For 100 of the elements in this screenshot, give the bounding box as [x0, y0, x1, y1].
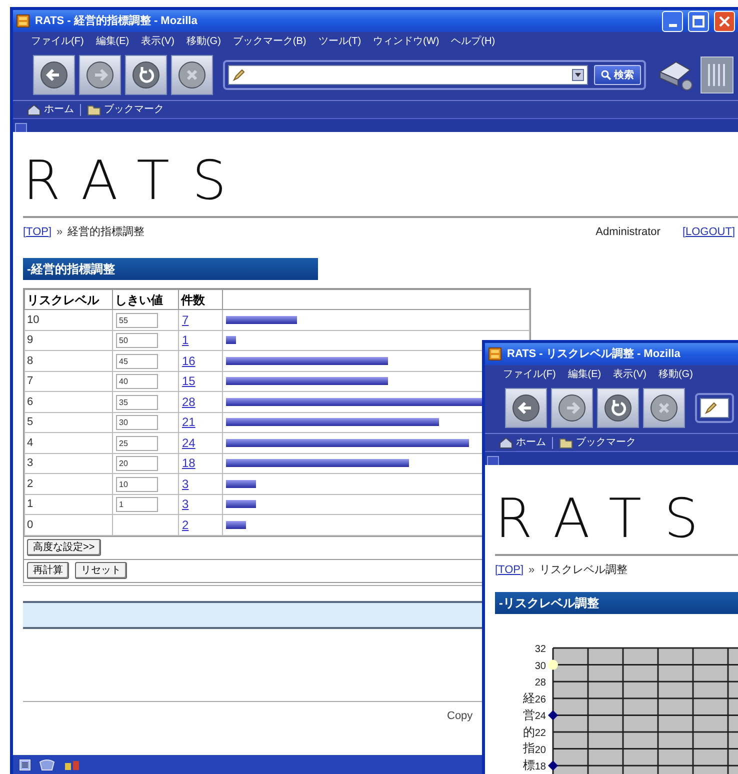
table-cell: 3 — [24, 453, 112, 474]
menu-item[interactable]: ファイル(F) — [503, 366, 556, 382]
breadcrumb-link[interactable]: [TOP] — [495, 562, 524, 578]
address-field[interactable] — [228, 65, 588, 85]
count-link[interactable]: 7 — [182, 312, 189, 326]
stop-button[interactable] — [643, 388, 685, 428]
tick-label: 20 — [534, 744, 546, 756]
menu-item[interactable]: 編集(E) — [568, 366, 602, 382]
minimize-icon — [668, 24, 676, 26]
threshold-input[interactable]: 50 — [116, 333, 158, 348]
menu-item[interactable]: 移動(G) — [658, 366, 693, 382]
menu-item[interactable]: 移動(G) — [186, 34, 221, 48]
search-icon — [601, 70, 611, 80]
bookmark-link[interactable]: ホーム — [27, 102, 74, 117]
table-cell: 8 — [24, 350, 112, 371]
window-title: RATS - リスクレベル調整 - Mozilla — [507, 346, 680, 362]
tab-handle — [487, 456, 499, 465]
table-cell: 5 — [24, 412, 112, 432]
stop-icon — [649, 393, 679, 423]
breadcrumb-current: 経営的指標調整 — [68, 224, 145, 240]
back-button[interactable] — [33, 55, 75, 95]
threshold-input[interactable]: 40 — [116, 374, 158, 389]
site-logo: RATS — [23, 150, 250, 212]
tick-label: 26 — [534, 694, 546, 706]
stop-icon — [177, 60, 207, 90]
menu-item[interactable]: ファイル(F) — [31, 34, 84, 48]
reload-button[interactable] — [597, 388, 639, 428]
count-link[interactable]: 2 — [182, 518, 189, 532]
recalculate-button[interactable]: 再計算 — [27, 562, 69, 579]
bookmark-link[interactable]: ブックマーク — [87, 102, 164, 117]
threshold-input[interactable]: 55 — [116, 312, 158, 328]
pencil-icon — [232, 68, 246, 82]
table-cell: 6 — [24, 392, 112, 412]
logout-link[interactable]: [LOGOUT] — [682, 224, 735, 240]
breadcrumb-separator: » — [56, 224, 63, 240]
throbber-icon — [700, 56, 734, 94]
section-header: -経営的指標調整 — [23, 258, 318, 280]
maximize-button[interactable] — [688, 10, 709, 32]
maximize-icon — [692, 14, 705, 28]
menu-item[interactable]: ブックマーク(B) — [232, 34, 306, 48]
table-cell: 9 — [24, 330, 112, 350]
menu-item[interactable]: ツール(T) — [318, 34, 362, 48]
data-point — [548, 760, 558, 771]
column-header: しきい値 — [112, 290, 178, 310]
search-button[interactable]: 検索 — [594, 65, 641, 85]
count-link[interactable]: 3 — [182, 497, 189, 511]
threshold-input[interactable]: 30 — [116, 415, 158, 430]
section-header: -リスクレベル調整 — [495, 592, 738, 614]
menu-item[interactable]: 編集(E) — [96, 34, 130, 48]
table-cell: 7 — [24, 371, 112, 392]
column-header: リスクレベル — [24, 290, 112, 310]
threshold-input[interactable]: 45 — [116, 354, 158, 368]
address-field[interactable] — [700, 398, 729, 418]
forward-button[interactable] — [79, 55, 121, 95]
count-link[interactable]: 1 — [182, 333, 189, 347]
stop-button[interactable] — [171, 55, 213, 95]
threshold-input[interactable]: 35 — [116, 394, 158, 410]
table-cell: 0 — [24, 514, 112, 535]
threshold-input[interactable]: 20 — [116, 456, 158, 471]
breadcrumb-link[interactable]: [TOP] — [23, 224, 52, 240]
axis-label: 経営的指標 — [523, 690, 535, 774]
folder-icon — [559, 436, 573, 449]
forward-button[interactable] — [551, 388, 593, 428]
minimize-button[interactable] — [662, 10, 683, 32]
home-icon — [499, 436, 513, 449]
advanced-settings-button[interactable]: 高度な設定>> — [27, 539, 101, 556]
site-logo: RATS — [495, 488, 722, 550]
menu-item[interactable]: ヘルプ(H) — [451, 34, 496, 48]
back-button[interactable] — [505, 388, 547, 428]
bookmark-link[interactable]: ホーム — [499, 435, 546, 450]
tick-label: 22 — [534, 728, 546, 739]
pencil-icon — [704, 401, 718, 415]
menu-item[interactable]: ウィンドウ(W) — [373, 34, 440, 48]
reload-icon — [603, 393, 633, 423]
tick-label: 28 — [534, 678, 546, 689]
user-name: Administrator — [596, 224, 660, 240]
reset-button[interactable]: リセット — [75, 562, 127, 579]
reload-button[interactable] — [125, 55, 167, 95]
menu-item[interactable]: 表示(V) — [613, 366, 646, 382]
app-icon — [16, 14, 30, 28]
column-header: 件数 — [178, 290, 222, 310]
table-cell: 10 — [24, 310, 112, 330]
tick-label: 32 — [534, 644, 546, 655]
count-link[interactable]: 3 — [182, 476, 189, 490]
app-icon — [488, 347, 502, 361]
table-cell: 4 — [24, 432, 112, 453]
tick-label: 30 — [534, 660, 546, 672]
threshold-input[interactable]: 1 — [116, 497, 158, 512]
close-button[interactable] — [714, 10, 735, 32]
folder-icon — [87, 103, 101, 116]
menu-item[interactable]: 表示(V) — [141, 34, 174, 48]
threshold-input[interactable]: 10 — [116, 476, 158, 492]
threshold-input[interactable]: 25 — [116, 436, 158, 450]
tick-label: 24 — [534, 711, 546, 722]
table-cell: 1 — [24, 494, 112, 514]
bookmark-link[interactable]: ブックマーク — [559, 435, 636, 450]
table-cell: 2 — [24, 474, 112, 494]
breadcrumb-separator: » — [528, 562, 535, 578]
reload-icon — [131, 60, 161, 90]
dropdown-icon — [572, 69, 584, 81]
